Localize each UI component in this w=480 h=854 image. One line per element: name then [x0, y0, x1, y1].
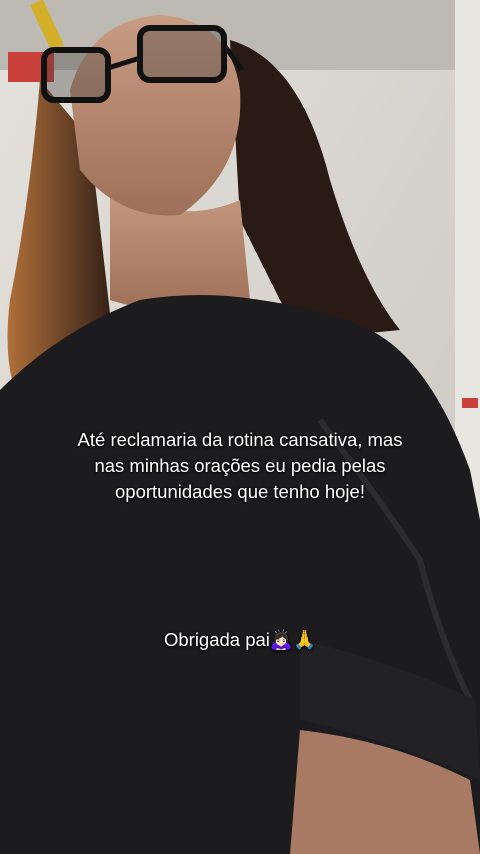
red-tag-right — [462, 398, 478, 408]
caption-thanks: Obrigada pai🙇🏻‍♀️🙏 — [163, 629, 316, 650]
caption-main: Até reclamaria da rotina cansativa, mas … — [77, 429, 403, 502]
